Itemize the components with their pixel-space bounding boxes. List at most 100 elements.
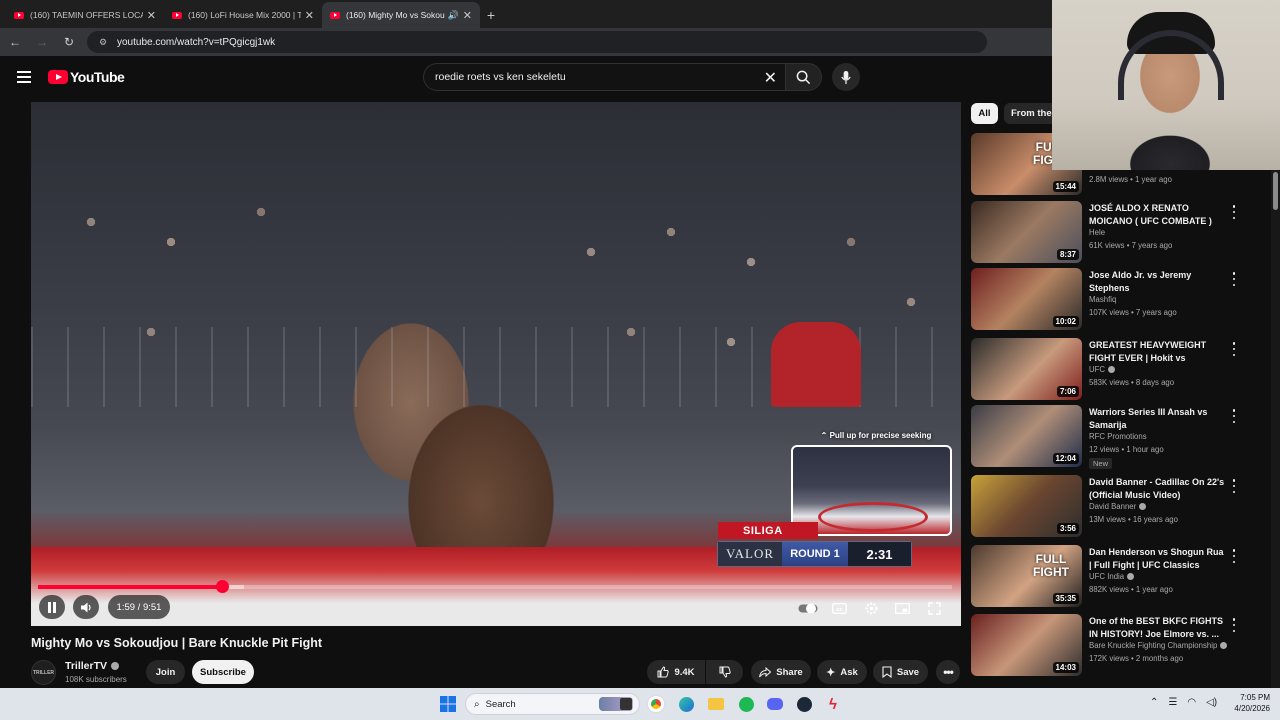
- browser-tab[interactable]: (160) TAEMIN OFFERS LOCALS ✕: [6, 2, 164, 28]
- more-vert-icon[interactable]: [1231, 549, 1237, 563]
- related-video-title[interactable]: Jose Aldo Jr. vs Jeremy Stephens: [1089, 269, 1227, 295]
- related-video-channel[interactable]: David Banner: [1089, 502, 1147, 511]
- related-video-title[interactable]: GREATEST HEAVYWEIGHT FIGHT EVER | Hokit …: [1089, 339, 1227, 365]
- related-video-item[interactable]: 8:37 JOSÉ ALDO X RENATO MOICANO ( UFC COM…: [971, 201, 1271, 265]
- chevron-up-icon[interactable]: ⌃: [1150, 697, 1158, 708]
- related-video-channel[interactable]: UFC India: [1089, 572, 1135, 581]
- related-video-title[interactable]: Dan Henderson vs Shogun Rua | Full Fight…: [1089, 546, 1227, 572]
- channel-name[interactable]: TrillerTV: [65, 660, 120, 672]
- new-tab-button[interactable]: +: [480, 2, 502, 28]
- related-video-title[interactable]: Warriors Series III Ansah vs Samarija: [1089, 406, 1227, 432]
- address-bar[interactable]: ⚙ youtube.com/watch?v=tPQgicgj1wk: [87, 31, 987, 53]
- related-video-channel[interactable]: Mashfiq: [1089, 295, 1116, 304]
- steam-icon[interactable]: [794, 694, 814, 714]
- save-button[interactable]: Save: [873, 660, 928, 684]
- search-input[interactable]: roedie roets vs ken sekeletu ✕: [423, 63, 785, 91]
- related-video-title[interactable]: JOSÉ ALDO X RENATO MOICANO ( UFC COMBATE…: [1089, 202, 1227, 228]
- video-thumbnail[interactable]: 10:02: [971, 268, 1082, 330]
- speaker-icon[interactable]: ◁): [1206, 697, 1217, 708]
- related-video-channel[interactable]: Bare Knuckle Fighting Championship: [1089, 641, 1228, 650]
- scrollbar-thumb[interactable]: [1273, 172, 1278, 210]
- close-tab-icon[interactable]: ✕: [147, 9, 156, 22]
- volume-button[interactable]: [73, 595, 99, 619]
- video-thumbnail[interactable]: 3:56: [971, 475, 1082, 537]
- forward-arrow-icon[interactable]: →: [30, 30, 54, 54]
- related-video-item[interactable]: FULL FIGHT 35:35 Dan Henderson vs Shogun R…: [971, 545, 1271, 609]
- autoplay-toggle[interactable]: [798, 598, 818, 618]
- related-video-channel[interactable]: Hele: [1089, 228, 1105, 237]
- discord-icon[interactable]: [765, 694, 785, 714]
- related-video-item[interactable]: 12:04 Warriors Series III Ansah vs Samari…: [971, 405, 1271, 469]
- system-tray[interactable]: ⌃ ☰ ◠ ◁): [1150, 697, 1217, 708]
- speaker-icon[interactable]: 🔊: [448, 10, 459, 21]
- task-view-icon[interactable]: [616, 694, 636, 714]
- taskbar-search[interactable]: ⌕ Search: [465, 693, 640, 715]
- back-arrow-icon[interactable]: ←: [3, 30, 27, 54]
- taskbar-clock[interactable]: 7:05 PM 4/20/2026: [1234, 692, 1270, 714]
- voice-search-button[interactable]: [832, 63, 860, 91]
- round-clock: 2:31: [848, 542, 911, 566]
- related-video-item[interactable]: 14:03 One of the BEST BKFC FIGHTS IN HIST…: [971, 614, 1271, 678]
- thumbs-up-icon: [657, 666, 670, 678]
- more-vert-icon[interactable]: [1231, 205, 1237, 219]
- network-icon[interactable]: ☰: [1168, 697, 1177, 708]
- video-thumbnail[interactable]: FULL FIGHT 35:35: [971, 545, 1082, 607]
- more-vert-icon[interactable]: [1231, 479, 1237, 493]
- like-button[interactable]: 9.4K: [647, 660, 705, 684]
- subscribe-button[interactable]: Subscribe: [192, 660, 254, 684]
- search-button[interactable]: [785, 63, 822, 91]
- related-video-channel[interactable]: RFC Promotions: [1089, 432, 1147, 441]
- youtube-logo[interactable]: YouTube: [48, 69, 125, 85]
- channel-avatar[interactable]: TRILLER: [31, 660, 56, 685]
- more-vert-icon[interactable]: [1231, 409, 1237, 423]
- reload-icon[interactable]: ↻: [57, 30, 81, 54]
- site-info-icon[interactable]: ⚙: [99, 37, 111, 47]
- video-thumbnail[interactable]: 14:03: [971, 614, 1082, 676]
- pause-button[interactable]: [39, 595, 65, 619]
- video-thumbnail[interactable]: 7:06: [971, 338, 1082, 400]
- related-video-meta: 12 views • 1 hour ago: [1089, 445, 1164, 454]
- more-vert-icon[interactable]: [1231, 342, 1237, 356]
- menu-icon[interactable]: [17, 71, 31, 83]
- more-vert-icon[interactable]: [1231, 618, 1237, 632]
- chip-all[interactable]: All: [971, 103, 998, 124]
- chrome-icon[interactable]: [646, 694, 666, 714]
- gear-icon: [865, 602, 877, 614]
- related-video-item[interactable]: 7:06 GREATEST HEAVYWEIGHT FIGHT EVER | Ho…: [971, 338, 1271, 402]
- browser-tab[interactable]: (160) LoFi House Mix 2000 | Th ✕: [164, 2, 322, 28]
- page-scrollbar[interactable]: [1271, 102, 1280, 688]
- more-vert-icon[interactable]: [1231, 272, 1237, 286]
- edge-icon[interactable]: [676, 694, 696, 714]
- file-explorer-icon[interactable]: [706, 694, 726, 714]
- start-button[interactable]: [438, 694, 458, 714]
- spotify-icon[interactable]: [736, 694, 756, 714]
- join-button[interactable]: Join: [146, 660, 185, 684]
- settings-button[interactable]: [861, 598, 881, 618]
- related-video-title[interactable]: David Banner - Cadillac On 22's (Officia…: [1089, 476, 1227, 502]
- wifi-icon[interactable]: ◠: [1187, 697, 1196, 708]
- video-thumbnail[interactable]: 12:04: [971, 405, 1082, 467]
- miniplayer-button[interactable]: [892, 598, 912, 618]
- clear-search-icon[interactable]: ✕: [764, 68, 777, 88]
- more-actions-button[interactable]: •••: [936, 660, 960, 684]
- video-thumbnail[interactable]: 8:37: [971, 201, 1082, 263]
- fighter-name-overlay: SILIGA: [718, 522, 818, 539]
- related-video-title[interactable]: One of the BEST BKFC FIGHTS IN HISTORY! …: [1089, 615, 1227, 641]
- verified-icon: [1220, 642, 1228, 650]
- share-arrow-icon: [759, 666, 772, 677]
- progress-bar[interactable]: [38, 585, 952, 589]
- related-video-channel[interactable]: UFC: [1089, 365, 1116, 374]
- video-duration: 7:06: [1056, 386, 1079, 397]
- app-bolt-icon[interactable]: ϟ: [823, 694, 843, 714]
- related-video-item[interactable]: 3:56 David Banner - Cadillac On 22's (Off…: [971, 475, 1271, 539]
- close-tab-icon[interactable]: ✕: [305, 9, 314, 22]
- search-icon: [796, 70, 811, 84]
- close-tab-icon[interactable]: ✕: [463, 9, 472, 22]
- dislike-button[interactable]: [706, 660, 743, 684]
- ask-button[interactable]: ✦ Ask: [817, 660, 867, 684]
- fullscreen-button[interactable]: [924, 598, 944, 618]
- related-video-item[interactable]: 10:02 Jose Aldo Jr. vs Jeremy Stephens Mas…: [971, 268, 1271, 332]
- captions-button[interactable]: cc: [829, 598, 849, 618]
- browser-tab-active[interactable]: (160) Mighty Mo vs Sokoud 🔊 ✕: [322, 2, 480, 28]
- share-button[interactable]: Share: [751, 660, 811, 684]
